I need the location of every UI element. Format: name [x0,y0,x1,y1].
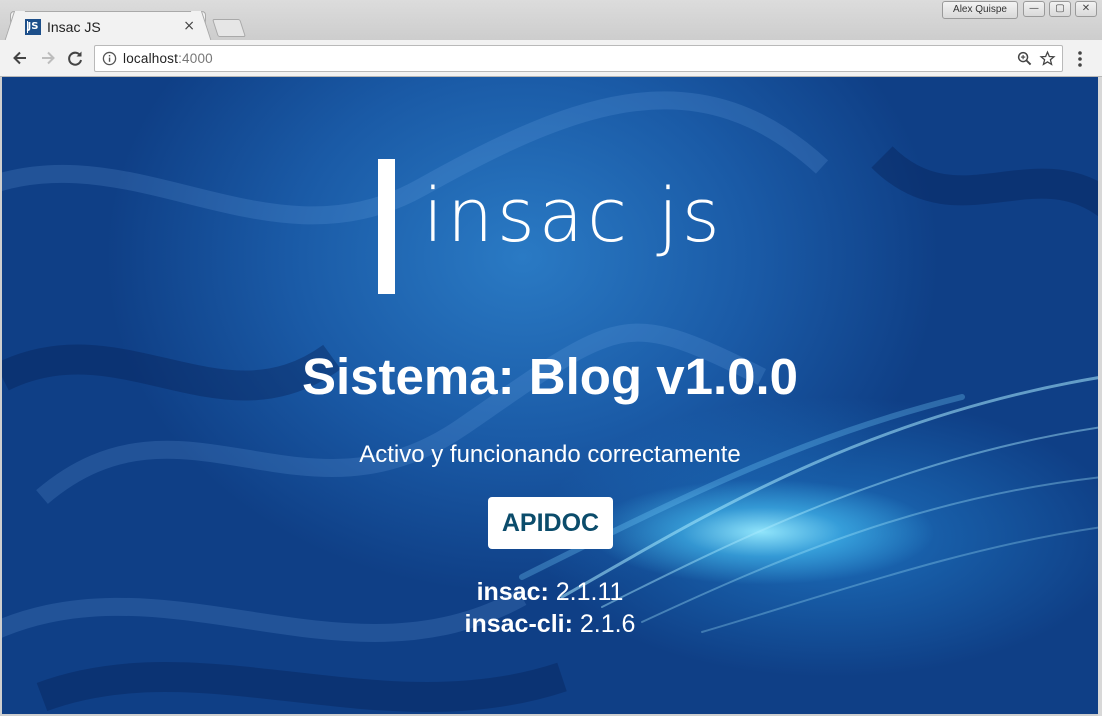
browser-toolbar: localhost:4000 [0,40,1102,77]
page-viewport: insac js Sistema: Blog v1.0.0 Activo y f… [2,77,1098,714]
status-message: Activo y funcionando correctamente [359,441,741,468]
info-icon[interactable] [102,51,117,66]
reload-icon[interactable] [65,48,85,68]
insac-js-favicon: JS [25,19,41,35]
profile-button[interactable]: Alex Quispe [942,1,1018,19]
page-title: Sistema: Blog v1.0.0 [301,348,799,405]
close-tab-icon[interactable]: × [183,18,195,34]
arrow-left-icon[interactable] [10,48,30,68]
version-value: 2.1.6 [572,610,636,638]
address-bar[interactable]: localhost:4000 [94,45,1063,72]
zoom-icon[interactable] [1017,51,1032,66]
version-insac: insac: 2.1.11 [2,578,1098,607]
version-label: insac: [476,578,549,606]
apidoc-button[interactable]: APIDOC [488,497,613,549]
arrow-right-icon[interactable] [38,48,58,68]
star-icon[interactable] [1039,50,1056,67]
close-window-button[interactable]: ✕ [1075,1,1097,17]
browser-tab[interactable]: JS Insac JS × [10,11,206,41]
version-value: 2.1.11 [548,578,624,606]
title-bar: JS Insac JS × Alex Quispe — ▢ ✕ [0,0,1102,41]
logo-text: insac js [423,173,724,259]
new-tab-button[interactable] [212,19,246,37]
minimize-button[interactable]: — [1023,1,1045,17]
version-insac-cli: insac-cli: 2.1.6 [2,610,1098,639]
url-text[interactable]: localhost:4000 [123,51,213,66]
tab-title: Insac JS [47,19,101,35]
window-border [1098,77,1102,716]
maximize-button[interactable]: ▢ [1049,1,1071,17]
kebab-menu-icon[interactable] [1072,49,1088,69]
version-label: insac-cli: [464,610,573,638]
logo-bar [378,159,395,294]
